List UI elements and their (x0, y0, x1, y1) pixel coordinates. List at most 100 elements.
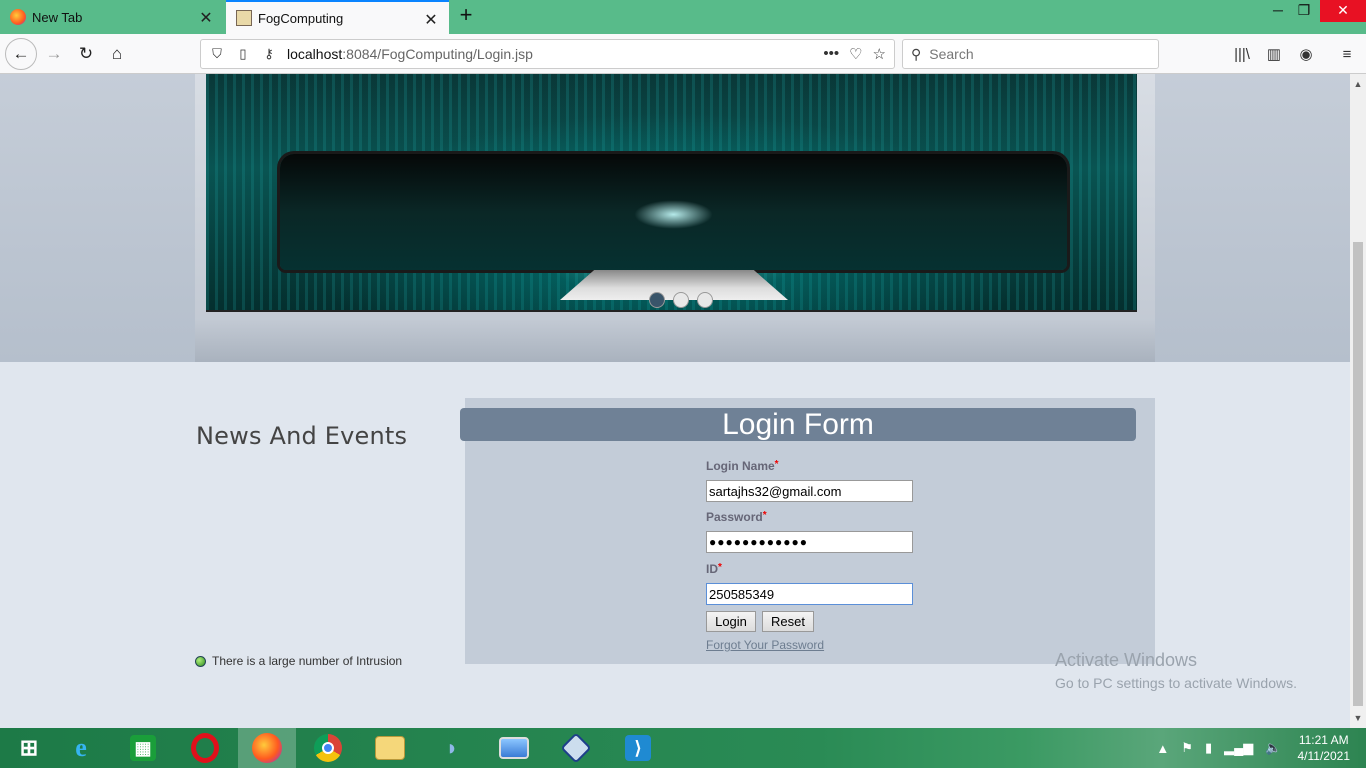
login-name-label: Login Name* (706, 459, 779, 473)
slider-dot[interactable] (649, 292, 665, 308)
url-text[interactable]: localhost:8084/FogComputing/Login.jsp (287, 46, 533, 62)
taskbar-virtualbox[interactable] (547, 728, 605, 768)
image-slider (206, 74, 1137, 312)
opera-icon (191, 733, 219, 763)
news-item[interactable]: There is a large number of Intrusion (195, 654, 402, 668)
new-tab-icon[interactable]: + (454, 4, 478, 28)
library-icon[interactable]: |||\ (1228, 40, 1256, 68)
address-bar[interactable]: ⛉ ▯ ⚷ localhost:8084/FogComputing/Login.… (200, 39, 895, 69)
slider-dots (649, 292, 713, 308)
monitor-glow (634, 200, 713, 230)
close-tab-icon[interactable]: ✕ (198, 8, 214, 28)
id-label-text: ID (706, 562, 718, 576)
search-input[interactable]: ⚲ Search (902, 39, 1159, 69)
windows-logo-icon: ⊞ (19, 735, 39, 760)
action-center-flag-icon[interactable]: ⚑ (1181, 740, 1193, 756)
taskbar-store[interactable]: ▦ (114, 728, 172, 768)
slider-dot[interactable] (697, 292, 713, 308)
bullet-icon (195, 655, 206, 667)
scroll-up-icon[interactable]: ▲ (1350, 76, 1366, 92)
page-favicon-icon (236, 10, 252, 26)
clock-date: 4/11/2021 (1297, 749, 1351, 763)
password-label: Password* (706, 510, 767, 524)
search-icon: ⚲ (911, 45, 922, 62)
key-icon[interactable]: ⚷ (259, 46, 279, 62)
forgot-password-link[interactable]: Forgot Your Password (706, 638, 824, 652)
clock-time: 11:21 AM (1298, 733, 1349, 747)
account-icon[interactable]: ◉ (1292, 40, 1320, 68)
sidebar-icon[interactable]: ▥ (1260, 40, 1288, 68)
windows-taskbar: ⊞ e ▦ ◗ ⟩ ▲ ⚑ ▮ ▂▄▆ 🔈 11:21 AM 4/11/2021 (0, 728, 1366, 768)
id-label: ID* (706, 562, 722, 576)
login-name-label-text: Login Name (706, 459, 775, 473)
required-mark: * (762, 510, 767, 521)
taskbar-photos[interactable] (485, 728, 543, 768)
dolphin-icon: ◗ (445, 735, 459, 760)
taskbar-file-explorer[interactable] (361, 728, 419, 768)
search-placeholder: Search (929, 46, 974, 62)
page-info-icon[interactable]: ▯ (233, 46, 253, 62)
required-mark: * (718, 562, 722, 573)
id-field[interactable] (706, 583, 913, 605)
password-label-text: Password (706, 510, 763, 524)
virtualbox-icon (560, 732, 592, 764)
required-mark: * (774, 459, 779, 470)
reload-icon[interactable]: ↻ (72, 40, 100, 68)
password-field[interactable]: ●●●●●●●●●●●● (706, 531, 913, 553)
tab-fogcomputing[interactable]: FogComputing ✕ (226, 0, 449, 34)
tab-label: New Tab (32, 9, 83, 25)
menu-icon[interactable]: ≡ (1333, 40, 1361, 68)
folder-icon (375, 736, 405, 760)
taskbar-chrome[interactable] (299, 728, 357, 768)
chrome-icon (314, 734, 342, 762)
tab-label: FogComputing (258, 10, 344, 26)
activation-message: Go to PC settings to activate Windows. (1055, 675, 1297, 691)
photos-icon (499, 737, 529, 759)
slider-dot[interactable] (673, 292, 689, 308)
taskbar-firefox[interactable] (238, 728, 296, 768)
bookmark-star-icon[interactable]: ☆ (873, 45, 886, 63)
taskbar-opera[interactable] (176, 728, 234, 768)
pocket-icon[interactable]: ♡ (849, 45, 862, 63)
hero-banner (0, 74, 1350, 362)
login-button[interactable]: Login (706, 611, 756, 632)
taskbar-dolphin[interactable]: ◗ (423, 728, 481, 768)
vertical-scrollbar[interactable]: ▲ ▼ (1350, 74, 1366, 728)
scroll-down-icon[interactable]: ▼ (1350, 710, 1366, 726)
news-item-text: There is a large number of Intrusion (212, 654, 403, 668)
start-button[interactable]: ⊞ (0, 728, 58, 768)
network-icon[interactable]: ▂▄▆ (1224, 740, 1253, 756)
close-window-icon[interactable]: ✕ (1320, 0, 1366, 22)
url-path: :8084/FogComputing/Login.jsp (342, 46, 533, 62)
volume-icon[interactable]: 🔈 (1265, 740, 1281, 756)
windows-activation-notice: Activate Windows Go to PC settings to ac… (1055, 650, 1297, 691)
browser-tab-strip: New Tab ✕ FogComputing ✕ + ─ ❐ ✕ (0, 0, 1366, 34)
login-name-field[interactable] (706, 480, 913, 502)
firefox-icon (252, 733, 282, 763)
scrollbar-thumb[interactable] (1353, 242, 1363, 706)
system-tray: ▲ ⚑ ▮ ▂▄▆ 🔈 11:21 AM 4/11/2021 (1150, 728, 1366, 768)
close-tab-icon[interactable]: ✕ (423, 10, 439, 30)
show-hidden-icons-icon[interactable]: ▲ (1156, 741, 1169, 756)
store-icon: ▦ (130, 735, 156, 761)
vscode-icon: ⟩ (625, 735, 651, 761)
navigation-toolbar: ← → ↻ ⌂ ⛉ ▯ ⚷ localhost:8084/FogComputin… (0, 34, 1366, 74)
taskbar-internet-explorer[interactable]: e (52, 728, 110, 768)
activation-title: Activate Windows (1055, 650, 1198, 670)
home-icon[interactable]: ⌂ (103, 40, 131, 68)
clock[interactable]: 11:21 AM 4/11/2021 (1298, 732, 1351, 764)
monitor-image (280, 154, 1067, 270)
tab-new-tab[interactable]: New Tab ✕ (0, 0, 224, 34)
url-host: localhost (287, 46, 343, 62)
taskbar-vscode[interactable]: ⟩ (609, 728, 667, 768)
login-form-title: Login Form (460, 408, 1136, 441)
shield-icon[interactable]: ⛉ (207, 46, 227, 62)
back-arrow-icon[interactable]: ← (5, 38, 37, 70)
battery-icon[interactable]: ▮ (1205, 740, 1212, 756)
page-actions-icon[interactable]: ••• (823, 45, 839, 63)
reset-button[interactable]: Reset (762, 611, 814, 632)
forward-arrow-icon[interactable]: → (40, 40, 68, 68)
internet-explorer-icon: e (75, 733, 87, 762)
restore-window-icon[interactable]: ❐ (1288, 0, 1320, 22)
news-heading: News And Events (196, 422, 408, 450)
